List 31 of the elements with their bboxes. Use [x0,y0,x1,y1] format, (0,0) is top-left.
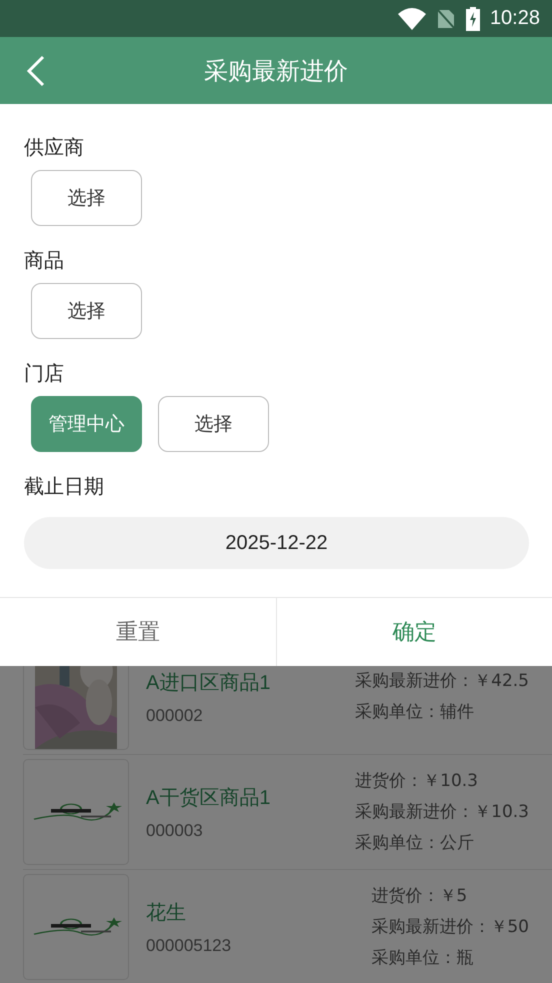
no-sim-icon [436,8,456,30]
field-label: 截止日期 [24,473,105,500]
option-button[interactable]: 选择 [158,396,269,452]
product-code: 000003 [146,820,204,840]
product-code: 000002 [146,706,204,726]
product-row[interactable]: 花生 000005123 进货价：￥5 采购最新进价：￥50 采购单位：瓶 [23,870,552,983]
price-detail: 进货价：￥5 [371,884,468,908]
price-detail: 采购单位：辅件 [355,701,476,724]
date-field[interactable]: 2025-12-22 [24,517,529,569]
battery-charging-icon [466,6,480,30]
field-label: 供应商 [24,134,85,161]
product-name: A干货区商品1 [146,786,270,810]
option-button[interactable]: 选择 [31,170,142,226]
price-detail: 采购最新进价：￥10.3 [355,800,529,824]
price-detail: 采购最新进价：￥50 [371,916,529,938]
field-label: 商品 [24,247,65,274]
page-title: 采购最新进价 [204,56,348,86]
wifi-icon [398,8,426,30]
price-detail: 采购单位：公斤 [355,832,476,854]
price-detail: 进货价：￥10.3 [355,770,479,792]
field-label: 门店 [24,360,65,387]
price-detail: 采购最新进价：￥42.5 [355,670,529,693]
product-name: 花生 [146,900,187,926]
option-button[interactable]: 选择 [31,283,142,339]
option-button[interactable]: 管理中心 [31,396,142,452]
back-icon[interactable] [26,54,46,86]
status-time: 10:28 [490,7,540,30]
price-detail: 采购单位：瓶 [371,946,474,970]
product-code: 000005123 [146,936,232,956]
product-row[interactable]: A干货区商品1 000003 进货价：￥10.3 采购最新进价：￥10.3 采购单位：公斤 [23,755,552,870]
product-name: A进口区商品1 [146,670,270,696]
